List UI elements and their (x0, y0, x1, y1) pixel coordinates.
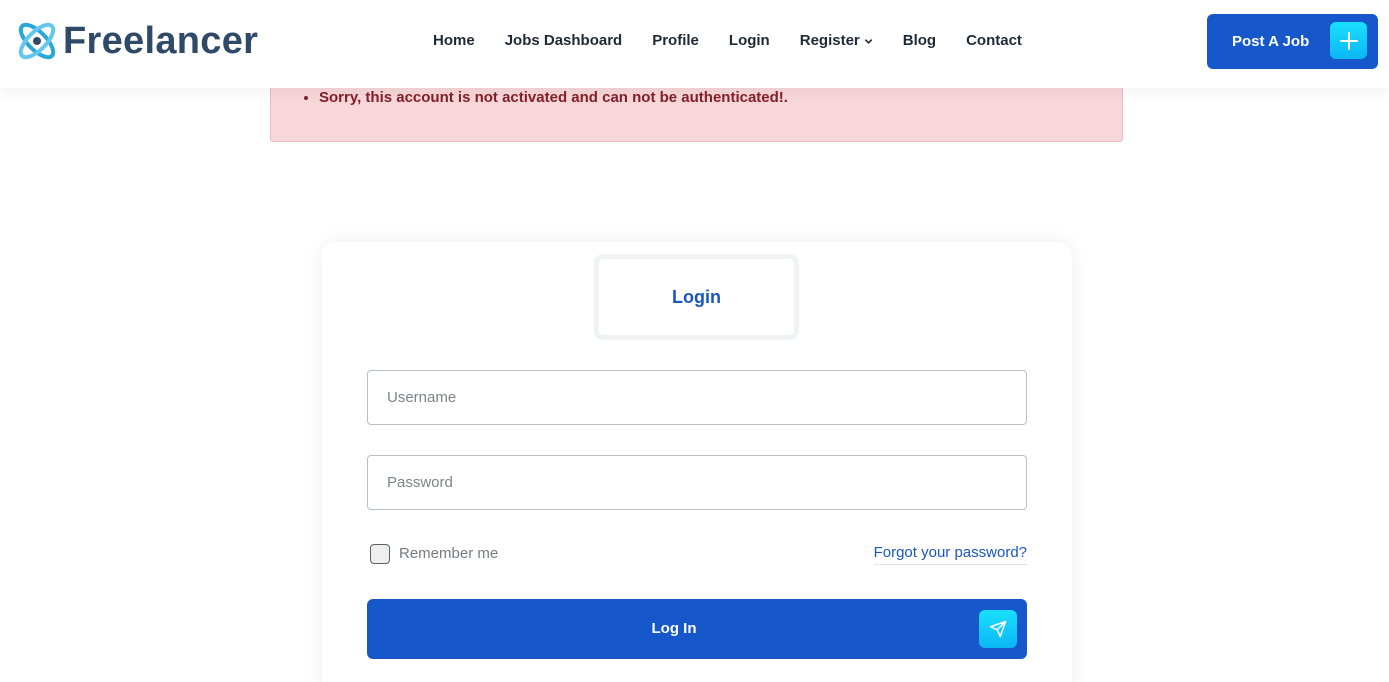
post-a-job-button[interactable]: Post A Job (1207, 14, 1378, 69)
brand-name: Freelancer (63, 20, 259, 62)
nav-item-jobs-dashboard[interactable]: Jobs Dashboard (505, 30, 623, 52)
nav-item-profile[interactable]: Profile (652, 30, 699, 52)
nav-item-label: Contact (966, 32, 1022, 49)
remember-me-checkbox[interactable] (370, 544, 390, 564)
page: Freelancer Home Jobs Dashboard Profile L… (0, 0, 1389, 682)
site-header: Freelancer Home Jobs Dashboard Profile L… (0, 0, 1389, 88)
nav-item-home[interactable]: Home (433, 30, 475, 52)
tab-login[interactable]: Login (594, 254, 799, 340)
login-card: Login Remember me Forgot your password? … (322, 242, 1072, 682)
remember-me: Remember me (370, 544, 498, 564)
forgot-password-link[interactable]: Forgot your password? (873, 542, 1027, 565)
nav-item-label: Login (728, 32, 770, 49)
brand-logo[interactable]: Freelancer (13, 17, 258, 65)
nav-item-label: Profile (652, 32, 699, 49)
plus-icon (1330, 22, 1367, 59)
nav-item-blog[interactable]: Blog (903, 30, 936, 52)
nav-item-label: Blog (902, 32, 937, 49)
nav-item-label: Home (433, 32, 475, 49)
username-input[interactable] (367, 370, 1027, 425)
nav-item-register[interactable]: Register (800, 30, 873, 52)
nav-item-label: Register (799, 32, 860, 49)
orbit-logo-icon (18, 22, 56, 60)
log-in-label: Log In (651, 620, 697, 637)
error-list: Sorry, this account is not activated and… (319, 88, 788, 108)
log-in-button[interactable]: Log In (367, 599, 1027, 659)
chevron-down-icon (864, 38, 872, 44)
nav-item-label: Jobs Dashboard (504, 32, 623, 49)
post-a-job-label: Post A Job (1232, 32, 1310, 50)
password-input[interactable] (367, 455, 1027, 510)
error-message: Sorry, this account is not activated and… (319, 88, 788, 108)
remember-me-label: Remember me (399, 545, 499, 562)
send-icon (979, 610, 1017, 648)
nav-item-contact[interactable]: Contact (966, 30, 1022, 52)
nav-item-login[interactable]: Login (729, 30, 770, 52)
tab-login-label: Login (672, 286, 721, 307)
main-nav: Home Jobs Dashboard Profile Login Regist… (418, 30, 1037, 52)
